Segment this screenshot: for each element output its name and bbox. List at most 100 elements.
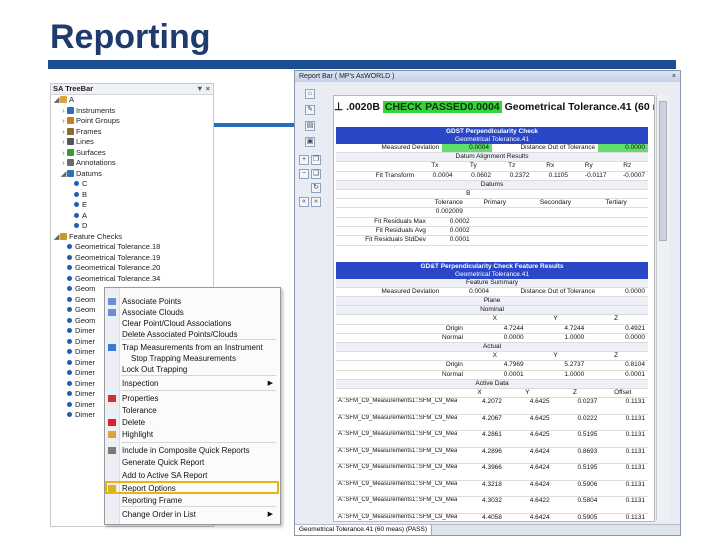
tree-feature-check[interactable]: Geometrical Tolerance.19	[51, 253, 213, 264]
tree-feature-checks[interactable]: ◢ Feature Checks	[51, 232, 213, 243]
context-menu-item[interactable]: Add to Active SA Report	[105, 470, 278, 481]
cell: 0.0000	[598, 144, 648, 153]
tree-feature-check-label: Dimer	[75, 410, 95, 419]
cell: Ty	[469, 162, 477, 170]
feature-check-icon	[67, 380, 72, 386]
expander-icon[interactable]: ◢	[60, 169, 67, 180]
copy-page-icon[interactable]: ❐	[311, 155, 321, 165]
cell	[560, 218, 604, 226]
cell: A::SFM_C9_Measurements1::SFM_C9_Meas1::P…	[338, 513, 458, 520]
expander-icon[interactable]: ›	[60, 158, 67, 169]
tree-item-label: Annotations	[76, 158, 116, 167]
tree-datum-item[interactable]: A	[51, 211, 213, 222]
context-menu-item[interactable]: Generate Quick Report	[105, 457, 278, 468]
expander-icon[interactable]: ◢	[53, 232, 60, 243]
tree-item[interactable]: › Point Groups	[51, 116, 213, 127]
report-tab[interactable]: Geometrical Tolerance.41 (60 meas) (PASS…	[295, 525, 433, 535]
table1-title: GDST Perpendicularity Check	[336, 127, 648, 136]
cell: Z	[614, 352, 619, 360]
cell: X	[477, 389, 482, 397]
context-menu-item-label: Change Order in List	[122, 510, 196, 519]
tree-feature-check-label: Dimer	[75, 389, 95, 398]
tree-feature-check[interactable]: Geometrical Tolerance.34	[51, 274, 213, 285]
cell: 4.7244	[503, 324, 524, 332]
context-menu-item[interactable]: Delete	[105, 417, 278, 428]
tree-item[interactable]: › Lines	[51, 137, 213, 148]
cell: 0.1131	[625, 480, 646, 488]
close-icon[interactable]: ×	[672, 71, 676, 82]
cell	[336, 162, 417, 170]
folder-icon	[60, 96, 67, 103]
context-menu-item[interactable]: Lock Out Trapping	[105, 364, 278, 375]
tree-item[interactable]: › Instruments	[51, 106, 213, 117]
tree-datum-item[interactable]: E	[51, 200, 213, 211]
context-menu-item[interactable]: Change Order in List ▶	[105, 509, 278, 520]
context-menu-item[interactable]: Tolerance	[105, 405, 278, 416]
feature-check-icon	[74, 202, 79, 207]
context-menu-item[interactable]: Include in Composite Quick Reports	[105, 445, 278, 456]
cell: 0.1131	[625, 497, 646, 505]
tree-datums[interactable]: ◢ Datums	[51, 169, 213, 180]
cell: -0.0007	[622, 171, 645, 179]
tree-item[interactable]: › Surfaces	[51, 148, 213, 159]
tree-datum-item-label: B	[82, 189, 88, 199]
first-page-icon[interactable]: «	[299, 197, 309, 207]
cell: 0.1105	[548, 171, 569, 179]
context-menu-item[interactable]: Reporting Frame	[105, 495, 278, 506]
tree-item[interactable]: › Annotations	[51, 158, 213, 169]
table2-nominal: Nominal	[336, 306, 648, 316]
context-menu-item[interactable]: Associate Clouds	[105, 307, 278, 318]
cell: 4.6422	[529, 497, 550, 505]
cell	[473, 218, 517, 226]
remove-page-icon[interactable]: −	[299, 169, 309, 179]
menu-separator	[121, 339, 276, 340]
context-menu-item[interactable]: Clear Point/Cloud Associations	[105, 318, 278, 329]
paste-page-icon[interactable]: ❏	[311, 169, 321, 179]
tree-feature-check-label: Geometrical Tolerance.20	[75, 263, 161, 272]
tree-feature-check[interactable]: Geometrical Tolerance.18	[51, 242, 213, 253]
expander-icon[interactable]: ›	[60, 137, 67, 148]
chevron-right-icon: ▶	[267, 380, 273, 387]
cell: 4.6424	[529, 480, 550, 488]
expander-icon[interactable]: ›	[60, 106, 67, 117]
context-menu-item[interactable]: Properties	[105, 393, 278, 404]
tree-datum-item[interactable]: C	[51, 179, 213, 190]
page-icon[interactable]: ▤	[305, 121, 315, 131]
expander-icon[interactable]: ›	[60, 148, 67, 159]
tree-item-label: Surfaces	[76, 147, 106, 157]
tree-feature-check[interactable]: Geometrical Tolerance.20	[51, 263, 213, 274]
context-menu-item[interactable]: Associate Points	[105, 296, 278, 307]
context-menu-item[interactable]: Trap Measurements from an Instrument	[105, 342, 278, 353]
context-menu-item-label: Lock Out Trapping	[122, 365, 188, 374]
expander-icon[interactable]: ›	[60, 127, 67, 138]
xyz-header-row: X Y Z	[336, 315, 648, 325]
tree-datum-item[interactable]: B	[51, 190, 213, 201]
context-menu-item-label: Associate Clouds	[122, 308, 184, 317]
tree-root[interactable]: ◢ A	[51, 95, 213, 106]
expander-icon[interactable]: ◢	[53, 95, 60, 106]
context-menu-item[interactable]: Highlight	[105, 429, 278, 440]
cell: Origin	[445, 324, 463, 332]
scroll-thumb[interactable]	[659, 101, 667, 241]
wrench-icon[interactable]: ✎	[305, 105, 315, 115]
context-menu-item-label: Delete	[122, 418, 146, 427]
cell: A::SFM_C9_Measurements1::SFM_C9_Meas1::P…	[338, 497, 458, 504]
cell: 0.0004	[432, 171, 453, 179]
add-page-icon[interactable]: +	[299, 155, 309, 165]
tree-datum-item[interactable]: D	[51, 221, 213, 232]
cell: Offset	[614, 389, 632, 397]
tree-item-label: Lines	[76, 137, 94, 146]
tree-controls[interactable]: ▼ ×	[196, 84, 210, 94]
last-page-icon[interactable]: »	[311, 197, 321, 207]
expander-icon[interactable]: ›	[60, 116, 67, 127]
report-scrollbar[interactable]	[656, 95, 669, 520]
tree-item[interactable]: › Frames	[51, 127, 213, 138]
home-icon[interactable]: ⌂	[305, 89, 315, 99]
context-menu-item[interactable]: Stop Trapping Measurements	[105, 353, 278, 364]
tree-feature-check-label: Geom	[75, 315, 96, 325]
refresh-icon[interactable]: ↻	[311, 183, 321, 193]
page-active-icon[interactable]: ▣	[305, 137, 315, 147]
context-menu-item[interactable]: Inspection ▶	[105, 378, 278, 389]
cell: 4.6425	[529, 398, 550, 406]
cell: Fit Residuals StdDev	[365, 236, 426, 244]
